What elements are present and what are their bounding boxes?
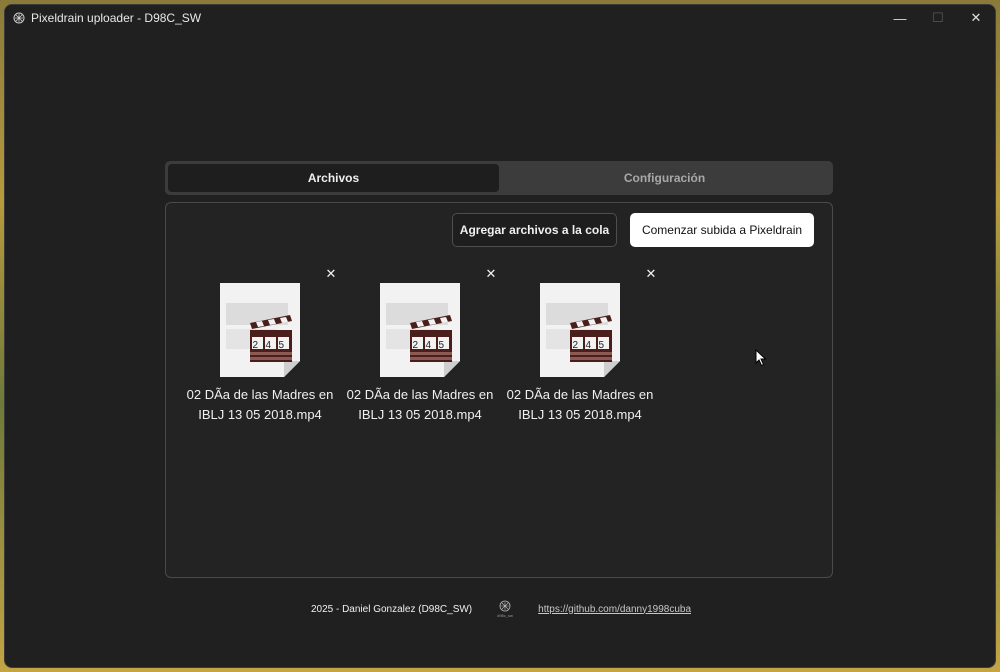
svg-text:4: 4	[586, 340, 592, 351]
file-name-line-2: IBLJ 13 05 2018.mp4	[198, 407, 322, 422]
file-name: 02 DÃa de las Madres en IBLJ 13 05 2018.…	[498, 385, 662, 425]
file-name-line-1: 02 DÃa de las Madres en	[186, 387, 334, 402]
video-file-icon: 2 4 5	[220, 283, 300, 377]
tab-configuracion[interactable]: Configuración	[499, 164, 830, 192]
github-link[interactable]: https://github.com/danny1998cuba	[538, 604, 691, 615]
svg-text:4: 4	[266, 340, 272, 351]
svg-text:5: 5	[599, 340, 605, 351]
svg-text:5: 5	[439, 340, 445, 351]
title-bar[interactable]: Pixeldrain uploader - D98C_SW — ☐ ✕	[5, 5, 995, 31]
file-name-line-1: 02 DÃa de las Madres en	[346, 387, 494, 402]
footer: 2025 - Daniel Gonzalez (D98C_SW) d98c_sw…	[5, 599, 995, 619]
svg-text:2: 2	[413, 340, 419, 351]
file-name-line-1: 02 DÃa de las Madres en	[506, 387, 654, 402]
footer-credit: 2025 - Daniel Gonzalez (D98C_SW)	[310, 603, 473, 615]
file-item[interactable]: ✕ 2 4 5 02 DÃa de las Madres en IBLJ 13 …	[338, 263, 498, 433]
window-title: Pixeldrain uploader - D98C_SW	[31, 11, 202, 25]
pixeldrain-app-icon	[13, 12, 25, 24]
video-file-icon: 2 4 5	[380, 283, 460, 377]
svg-text:2: 2	[253, 340, 259, 351]
file-list: ✕ 2 4 5 02 DÃa de las Madres en IBLJ 13 …	[178, 263, 658, 433]
add-to-queue-button[interactable]: Agregar archivos a la cola	[452, 213, 617, 247]
svg-text:d98c_sw: d98c_sw	[497, 613, 513, 618]
video-file-icon: 2 4 5	[540, 283, 620, 377]
tab-bar: Archivos Configuración	[165, 161, 833, 195]
file-item[interactable]: ✕ 2 4 5 02 DÃa de las Madres en IBLJ 13 …	[498, 263, 658, 433]
file-name: 02 DÃa de las Madres en IBLJ 13 05 2018.…	[178, 385, 342, 425]
maximize-button[interactable]: ☐	[919, 5, 957, 31]
start-upload-button[interactable]: Comenzar subida a Pixeldrain	[630, 213, 814, 247]
close-button[interactable]: ✕	[957, 5, 995, 31]
remove-file-button[interactable]: ✕	[484, 267, 498, 281]
d98c-logo-icon: d98c_sw	[497, 600, 513, 618]
file-item[interactable]: ✕ 2 4 5 02 DÃa de las Madres en IBLJ 13 …	[178, 263, 338, 433]
file-name-line-2: IBLJ 13 05 2018.mp4	[358, 407, 482, 422]
tab-archivos[interactable]: Archivos	[168, 164, 499, 192]
file-name: 02 DÃa de las Madres en IBLJ 13 05 2018.…	[338, 385, 502, 425]
svg-text:4: 4	[426, 340, 432, 351]
window-controls: — ☐ ✕	[881, 5, 995, 31]
minimize-button[interactable]: —	[881, 5, 919, 31]
app-window: Pixeldrain uploader - D98C_SW — ☐ ✕ Arch…	[4, 4, 996, 668]
mouse-cursor-icon	[755, 349, 767, 367]
file-name-line-2: IBLJ 13 05 2018.mp4	[518, 407, 642, 422]
remove-file-button[interactable]: ✕	[644, 267, 658, 281]
files-panel: Agregar archivos a la cola Comenzar subi…	[165, 202, 833, 578]
svg-text:5: 5	[279, 340, 285, 351]
remove-file-button[interactable]: ✕	[324, 267, 338, 281]
svg-text:2: 2	[573, 340, 579, 351]
